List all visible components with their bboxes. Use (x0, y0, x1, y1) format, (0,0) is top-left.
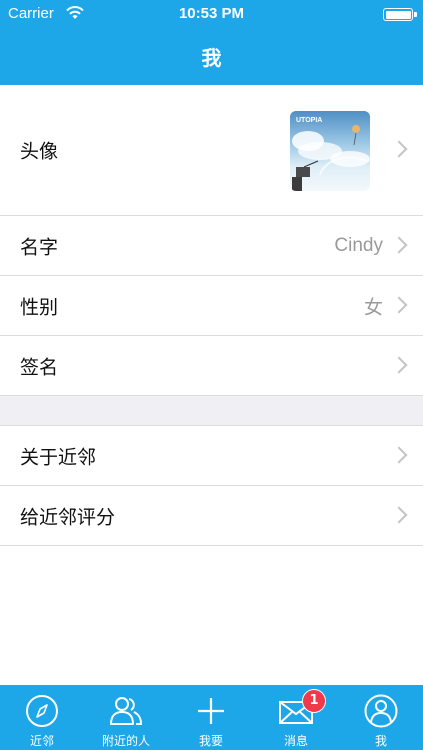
person-icon (364, 694, 398, 728)
tab-label: 附近的人 (101, 734, 150, 748)
name-row[interactable]: 名字 Cindy (0, 216, 423, 276)
section-separator (0, 396, 423, 426)
plus-icon (198, 698, 224, 724)
avatar-row[interactable]: 头像 UTOPIA (0, 85, 423, 216)
status-time: 10:53 PM (178, 5, 245, 22)
tab-bar: 近邻 附近的人 我要 1 消息 我 (0, 685, 423, 750)
name-label: 名字 (20, 236, 59, 258)
tab-nearby-neighbors[interactable]: 近邻 (0, 685, 84, 750)
top-bar: Carrier 10:53 PM 我 (0, 0, 423, 85)
avatar: UTOPIA (290, 111, 370, 191)
page-title: 我 (201, 46, 222, 70)
gender-value: 女 (363, 297, 383, 318)
tab-post[interactable]: 我要 (169, 685, 253, 750)
chevron-right-icon (390, 506, 408, 523)
tab-label: 我 (374, 734, 387, 748)
tab-label: 消息 (283, 734, 308, 748)
rate-label: 给近邻评分 (20, 506, 116, 528)
gender-row[interactable]: 性别 女 (0, 276, 423, 336)
about-label: 关于近邻 (20, 446, 97, 468)
battery-icon (383, 8, 417, 21)
chevron-right-icon (390, 140, 408, 158)
unread-badge: 1 (302, 689, 326, 713)
chevron-right-icon (390, 446, 408, 463)
avatar-picture (292, 125, 370, 191)
tab-messages[interactable]: 1 消息 (254, 685, 338, 750)
compass-icon (26, 695, 58, 727)
about-row[interactable]: 关于近邻 (0, 426, 423, 486)
rate-row[interactable]: 给近邻评分 (0, 486, 423, 546)
tab-label: 我要 (198, 734, 223, 748)
tab-label: 近邻 (29, 734, 54, 748)
chevron-right-icon (390, 296, 408, 313)
chevron-right-icon (390, 356, 408, 373)
signature-row[interactable]: 签名 (0, 336, 423, 396)
people-icon (110, 697, 143, 725)
name-value: Cindy (334, 234, 383, 256)
avatar-label: 头像 (20, 140, 59, 163)
signature-label: 签名 (20, 356, 59, 378)
gender-label: 性别 (20, 296, 59, 318)
chevron-right-icon (390, 236, 408, 253)
tab-people-nearby[interactable]: 附近的人 (84, 685, 168, 750)
tab-me[interactable]: 我 (339, 685, 423, 750)
status-bar: Carrier 10:53 PM (0, 0, 423, 28)
settings-list: 头像 UTOPIA 名字 Cindy 性别 女 签名 关于近邻 给近邻评分 (0, 85, 423, 546)
